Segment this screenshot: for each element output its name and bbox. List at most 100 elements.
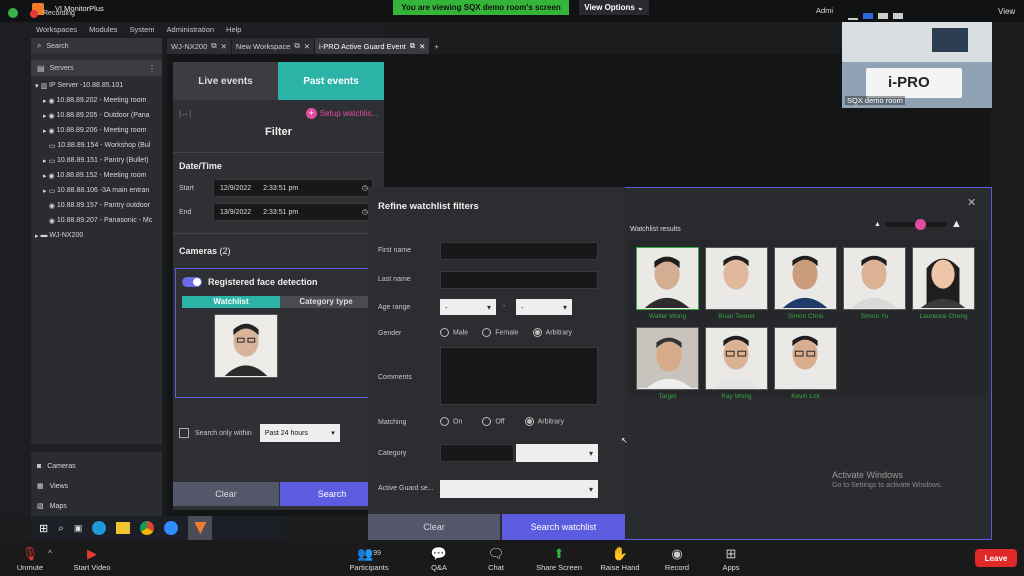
end-datetime-field[interactable]: 13/9/2022 2:33:51 pm ◷ (213, 203, 373, 221)
gender-male-radio[interactable]: Male (440, 328, 468, 337)
windows-start-icon[interactable]: ⊞ (39, 522, 48, 535)
result-card[interactable]: Target (636, 327, 699, 400)
popout-icon[interactable]: ⧉ (294, 41, 299, 51)
record-button[interactable]: ◉ Record (649, 545, 705, 572)
sidebar-search[interactable]: ⌕ Search (31, 38, 162, 54)
tree-item-camera[interactable]: ▭ 10.88.89.154 - Workshop (Bul (31, 138, 162, 153)
menu-workspaces[interactable]: Workspaces (36, 25, 77, 34)
gender-arbitrary-radio[interactable]: Arbitrary (532, 328, 572, 337)
start-video-button[interactable]: ▶ Start Video (64, 545, 120, 572)
popout-icon[interactable]: ⧉ (410, 41, 415, 51)
tab-category-type[interactable]: Category type (280, 296, 372, 308)
face-thumbnail[interactable] (774, 327, 837, 390)
audio-options-caret[interactable]: ^ (44, 545, 56, 572)
search-icon[interactable]: ⌕ (58, 523, 64, 534)
menu-help[interactable]: Help (226, 25, 241, 34)
chat-button[interactable]: 🗨 Chat (468, 545, 524, 572)
face-detection-toggle[interactable] (182, 277, 202, 287)
active-guard-select[interactable]: ▾ (440, 480, 598, 498)
matching-on-radio[interactable]: On (440, 417, 462, 426)
slider-thumb[interactable] (914, 218, 926, 230)
menu-administration[interactable]: Administration (167, 25, 215, 34)
result-card[interactable]: Laurence Chong (912, 247, 975, 320)
age-to-select[interactable]: - ▾ (516, 299, 572, 315)
category-select[interactable]: ▾ (516, 444, 598, 462)
face-thumbnail[interactable] (636, 327, 699, 390)
matching-off-radio[interactable]: Off (482, 417, 505, 426)
result-card[interactable]: Kevin Lok (774, 327, 837, 400)
tree-item-camera[interactable]: ▸ ▭ 10.88.88.106 -3A main entran (31, 183, 162, 198)
tab-past-events[interactable]: Past events (278, 62, 384, 100)
result-card[interactable]: Simon Chris (774, 247, 837, 320)
result-card[interactable]: Kay Wong (705, 327, 768, 400)
close-icon[interactable]: ✕ (419, 42, 425, 51)
first-name-input[interactable] (440, 242, 598, 260)
leave-button[interactable]: Leave (975, 549, 1017, 567)
restore-icon[interactable] (863, 13, 873, 19)
nav-cameras[interactable]: ◙ Cameras (31, 456, 162, 476)
face-thumbnail[interactable] (843, 247, 906, 310)
tree-item-camera[interactable]: ▸ ▭ 10.88.89.151 - Pantry (Bullet) (31, 153, 162, 168)
clear-button[interactable]: Clear (173, 482, 279, 506)
participants-button[interactable]: 👥99 Participants (341, 545, 397, 572)
face-thumbnail[interactable] (705, 327, 768, 390)
vi-monitor-icon[interactable] (188, 516, 213, 540)
modal-clear-button[interactable]: Clear (368, 514, 500, 540)
close-icon[interactable]: ✕ (304, 42, 310, 51)
minimize-icon[interactable] (848, 18, 858, 20)
close-icon[interactable]: ✕ (967, 196, 976, 209)
apps-button[interactable]: ⊞ Apps (703, 545, 759, 572)
result-card[interactable]: Walter Wong (636, 247, 699, 320)
tree-item-recorder[interactable]: ▸ ▬ WJ-NX200 (31, 228, 162, 243)
search-watchlist-button[interactable]: Search watchlist (502, 514, 625, 540)
category-input[interactable] (440, 444, 514, 462)
result-card[interactable]: Simon Yu (843, 247, 906, 320)
tab-new-workspace[interactable]: New Workspace ⧉ ✕ (231, 38, 316, 54)
tree-item-camera[interactable]: ◉ 10.88.89.207 - Panasonic - Mc (31, 213, 162, 228)
tab-wj-nx200[interactable]: WJ-NX200 ⧉ ✕ (167, 38, 232, 54)
nav-maps[interactable]: ▧ Maps (31, 496, 162, 516)
face-thumbnail[interactable] (636, 247, 699, 310)
face-thumbnail[interactable] (774, 247, 837, 310)
add-tab-button[interactable]: + (430, 38, 444, 54)
edge-browser-icon[interactable] (92, 521, 107, 535)
qa-button[interactable]: 💬 Q&A (411, 545, 467, 572)
tree-item-camera[interactable]: ▸ ◉ 10.88.89.206 - Meeting room (31, 123, 162, 138)
face-thumbnail[interactable] (705, 247, 768, 310)
popout-icon[interactable]: ⧉ (211, 41, 216, 51)
menu-system[interactable]: System (130, 25, 155, 34)
result-card[interactable]: Brian Teonet (705, 247, 768, 320)
tab-watchlist[interactable]: Watchlist (182, 296, 280, 308)
close-icon[interactable]: ✕ (221, 42, 227, 51)
start-datetime-field[interactable]: 12/9/2022 2:33:51 pm ◷ (213, 179, 373, 197)
view-options-button[interactable]: View Options ⌄ (579, 0, 649, 15)
participant-video[interactable]: i-PRO SQX demo room (842, 22, 992, 108)
tree-item-camera[interactable]: ▸ ◉ 10.88.89.202 - Meeting room (31, 93, 162, 108)
tab-active-guard-event[interactable]: i-PRO Active Guard Event ⧉ ✕ (315, 38, 431, 54)
matching-arbitrary-radio[interactable]: Arbitrary (524, 417, 564, 426)
task-view-icon[interactable]: ▣ (74, 523, 83, 534)
more-icon[interactable]: ⋮ (148, 64, 156, 73)
grid-icon[interactable] (893, 13, 903, 19)
window-controls[interactable] (848, 13, 903, 20)
file-explorer-icon[interactable] (116, 522, 131, 534)
watchlist-face-thumbnail[interactable] (214, 314, 278, 378)
view-label[interactable]: View (998, 7, 1015, 16)
tile-icon[interactable] (878, 13, 888, 19)
raise-hand-button[interactable]: ✋ Raise Hand (592, 545, 648, 572)
horizontal-scrollbar[interactable] (31, 444, 162, 452)
collapse-icon[interactable]: |↔| (179, 109, 191, 118)
nav-views[interactable]: ▦ Views (31, 476, 162, 496)
last-name-input[interactable] (440, 271, 598, 289)
face-thumbnail[interactable] (912, 247, 975, 310)
tree-item-camera[interactable]: ▸ ◉ 10.88.89.205 - Outdoor (Pana (31, 108, 162, 123)
thumbnail-size-slider[interactable]: ▲ ▲ (874, 218, 962, 230)
servers-header[interactable]: ▤ Servers ⋮ (31, 60, 162, 76)
tree-item-ip-server[interactable]: ▾ ▥ IP Server -10.88.85.101 (31, 78, 162, 93)
tab-live-events[interactable]: Live events (173, 62, 278, 100)
search-only-checkbox[interactable] (179, 428, 189, 438)
gender-female-radio[interactable]: Female (482, 328, 519, 337)
setup-watchlist-button[interactable]: + Setup watchlis... (305, 107, 378, 119)
zoom-app-icon[interactable] (164, 521, 179, 535)
comments-textarea[interactable] (440, 347, 598, 405)
